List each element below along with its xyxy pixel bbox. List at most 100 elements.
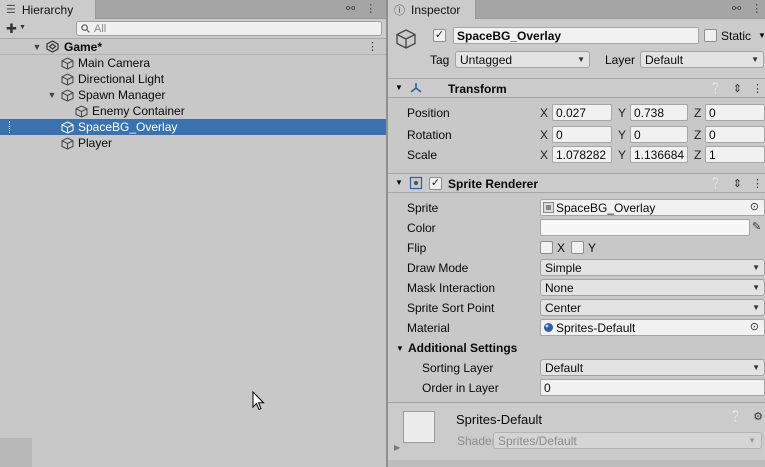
list-item[interactable]: Main Camera (0, 55, 386, 71)
color-label: Color (407, 221, 436, 235)
collapse-arrow-icon[interactable]: ▼ (395, 83, 403, 92)
expand-arrow-icon[interactable]: ▼ (32, 42, 42, 52)
color-field[interactable] (540, 219, 750, 236)
object-picker-icon[interactable]: ⊙ (750, 200, 759, 213)
more-menu-icon[interactable]: ⋮ (751, 2, 762, 15)
sprite-renderer-header[interactable]: ▼ ✓ Sprite Renderer ❔ ⇕ ⋮ (388, 173, 765, 193)
enabled-checkbox[interactable]: ✓ (429, 177, 442, 190)
list-item[interactable]: ▼ Spawn Manager (0, 87, 386, 103)
search-placeholder: All (94, 22, 107, 35)
collapse-arrow-icon[interactable]: ▼ (395, 178, 403, 187)
help-icon[interactable]: ❔ (709, 177, 723, 190)
material-object-field[interactable]: Sprites-Default ⊙ (540, 319, 765, 336)
sorting-layer-label: Sorting Layer (422, 361, 494, 375)
position-y-field[interactable]: 0.738 (630, 104, 688, 121)
sprite-object-field[interactable]: SpaceBG_Overlay ⊙ (540, 199, 765, 216)
more-menu-icon[interactable]: ⋮ (752, 177, 763, 190)
expand-arrow-icon[interactable]: ▶ (394, 443, 400, 452)
list-item[interactable]: Directional Light (0, 71, 386, 87)
chevron-down-icon: ▼ (752, 283, 760, 292)
draw-mode-label: Draw Mode (407, 261, 469, 275)
list-item-selected[interactable]: SpaceBG_Overlay (0, 119, 386, 135)
inspector-tab-tools: ⚯ ⋮ (732, 2, 762, 15)
transform-icon (410, 83, 422, 93)
shader-value: Sprites/Default (498, 433, 577, 448)
rotation-y-field[interactable]: 0 (630, 126, 688, 143)
order-in-layer-field[interactable]: 0 (540, 379, 765, 396)
scale-z-field[interactable]: 1 (705, 146, 765, 163)
presets-icon[interactable]: ⇕ (733, 177, 742, 190)
inspector-tab-label: Inspector (411, 2, 461, 17)
more-menu-icon[interactable]: ⋮ (365, 2, 376, 15)
tag-dropdown[interactable]: Untagged ▼ (455, 51, 590, 68)
list-item[interactable]: Enemy Container (0, 103, 386, 119)
rotation-x-field[interactable]: 0 (552, 126, 612, 143)
component-tools: ❔ ⇕ ⋮ (709, 82, 763, 95)
object-picker-icon[interactable]: ⊙ (750, 320, 759, 333)
lock-icon[interactable]: ⚯ (346, 2, 355, 15)
sort-point-label: Sprite Sort Point (407, 301, 495, 315)
list-item[interactable]: Player (0, 135, 386, 151)
settings-gear-icon[interactable]: ⚙ (753, 410, 763, 423)
unity-scene-icon (46, 40, 59, 53)
gameobject-cube-icon (396, 29, 416, 49)
chevron-down-icon: ▼ (752, 263, 760, 272)
lock-icon[interactable]: ⚯ (732, 2, 741, 15)
tab-hierarchy[interactable]: ☰ Hierarchy (0, 0, 96, 19)
sorting-layer-value: Default (545, 360, 584, 375)
chevron-down-icon: ▼ (752, 303, 760, 312)
axis-z-label: Z (694, 148, 702, 162)
active-checkbox[interactable]: ✓ (433, 29, 446, 42)
scale-y-field[interactable]: 1.136684 (630, 146, 688, 163)
eyedropper-icon[interactable]: ✎ (752, 220, 761, 233)
flip-y-checkbox[interactable] (571, 241, 584, 254)
gameobject-cube-icon (61, 136, 74, 150)
layer-label: Layer (605, 53, 636, 67)
presets-icon[interactable]: ⇕ (733, 82, 742, 95)
more-menu-icon[interactable]: ⋮ (752, 82, 763, 95)
draw-mode-dropdown[interactable]: Simple ▼ (540, 259, 765, 276)
scale-x-field[interactable]: 1.078282 (552, 146, 612, 163)
gameobject-cube-icon (75, 104, 88, 118)
chevron-down-icon: ▼ (752, 363, 760, 372)
search-input[interactable]: All (76, 21, 382, 36)
mask-interaction-dropdown[interactable]: None ▼ (540, 279, 765, 296)
flip-x-checkbox[interactable] (540, 241, 553, 254)
axis-x-label: X (540, 106, 549, 120)
hierarchy-toolbar: ✚ ▼ All (0, 19, 386, 39)
search-icon (81, 24, 90, 33)
sorting-layer-dropdown[interactable]: Default ▼ (540, 359, 765, 376)
add-plus-icon[interactable]: ✚ (6, 21, 17, 37)
item-label: Enemy Container (92, 104, 185, 118)
item-label: Player (78, 136, 113, 150)
sort-point-dropdown[interactable]: Center ▼ (540, 299, 765, 316)
axis-x-label: X (540, 148, 549, 162)
help-icon[interactable]: ❔ (709, 82, 723, 95)
position-x-field[interactable]: 0.027 (552, 104, 612, 121)
help-icon[interactable]: ❔ (729, 410, 743, 423)
expand-arrow-icon[interactable]: ▼ (47, 90, 57, 100)
chevron-down-icon[interactable]: ▼ (19, 24, 26, 31)
additional-settings-label[interactable]: Additional Settings (408, 341, 517, 355)
static-label: Static (721, 29, 752, 43)
position-z-field[interactable]: 0 (705, 104, 765, 121)
order-in-layer-label: Order in Layer (422, 381, 499, 395)
tab-inspector[interactable]: ⓘ Inspector (388, 0, 476, 19)
rotation-z-field[interactable]: 0 (705, 126, 765, 143)
scene-row[interactable]: ▼ Game* ⋮ (0, 39, 386, 55)
rotation-label: Rotation (407, 128, 452, 142)
scene-menu-icon[interactable]: ⋮ (367, 40, 378, 53)
mouse-cursor-icon (252, 391, 265, 411)
shader-dropdown[interactable]: Sprites/Default ▼ (493, 432, 762, 449)
chevron-down-icon[interactable]: ▼ (758, 31, 765, 40)
transform-title: Transform (448, 82, 507, 96)
axis-y-label: Y (618, 148, 627, 162)
axis-z-label: Z (694, 128, 702, 142)
object-name-field[interactable]: SpaceBG_Overlay (453, 27, 699, 44)
layer-dropdown[interactable]: Default ▼ (640, 51, 764, 68)
transform-header[interactable]: ▼ Transform ❔ ⇕ ⋮ (388, 78, 765, 98)
collapse-arrow-icon[interactable]: ▼ (396, 344, 404, 353)
material-name: Sprites-Default (456, 412, 542, 427)
static-checkbox[interactable] (704, 29, 717, 42)
gameobject-cube-icon (61, 88, 74, 102)
